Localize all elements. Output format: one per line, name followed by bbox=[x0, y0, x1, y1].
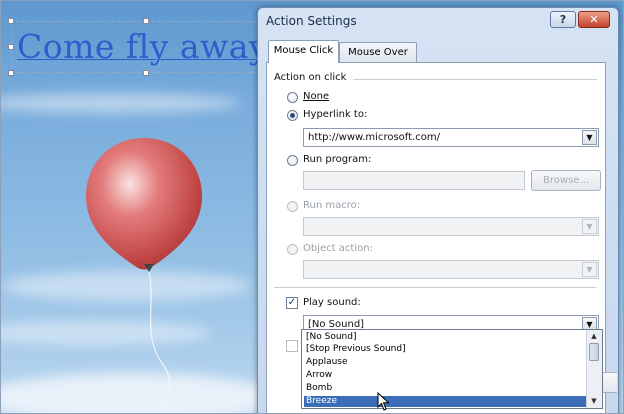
cloud bbox=[1, 93, 241, 113]
list-item[interactable]: [No Sound] bbox=[304, 332, 586, 343]
close-button[interactable]: ✕ bbox=[578, 11, 610, 28]
group-divider bbox=[353, 79, 597, 80]
radio-hyperlink-label[interactable]: Hyperlink to: bbox=[303, 109, 367, 120]
balloon-image[interactable] bbox=[86, 136, 206, 414]
sound-list[interactable]: [No Sound] [Stop Previous Sound] Applaus… bbox=[301, 329, 603, 409]
list-item[interactable]: Applause bbox=[304, 357, 586, 368]
resize-handle[interactable] bbox=[8, 44, 14, 50]
group-label: Action on click bbox=[274, 72, 347, 83]
scroll-down-icon[interactable]: ▼ bbox=[588, 395, 600, 407]
radio-none[interactable] bbox=[287, 92, 298, 103]
browse-button[interactable]: Browse... bbox=[531, 170, 601, 191]
play-sound-checkbox[interactable]: ✓ bbox=[286, 297, 298, 309]
radio-run-program[interactable] bbox=[287, 155, 298, 166]
play-sound-label[interactable]: Play sound: bbox=[303, 297, 361, 308]
dialog-titlebar[interactable]: Action Settings ? ✕ bbox=[258, 8, 618, 34]
radio-run-macro-label[interactable]: Run macro: bbox=[303, 200, 360, 211]
resize-handle[interactable] bbox=[143, 18, 149, 24]
object-action-dropdown[interactable]: ▼ bbox=[303, 260, 599, 279]
screenshot-frame: Come fly away Action Settings ? ✕ Mouse … bbox=[0, 0, 624, 414]
list-item[interactable]: Arrow bbox=[304, 370, 586, 381]
tab-mouse-click[interactable]: Mouse Click bbox=[268, 40, 339, 63]
radio-object-action[interactable] bbox=[287, 244, 298, 255]
resize-handle[interactable] bbox=[143, 70, 149, 76]
radio-hyperlink[interactable] bbox=[287, 110, 298, 121]
list-item[interactable]: Bomb bbox=[304, 383, 586, 394]
chevron-down-icon[interactable]: ▼ bbox=[582, 262, 597, 277]
tab-mouse-over[interactable]: Mouse Over bbox=[339, 42, 417, 63]
run-program-field[interactable] bbox=[303, 171, 525, 190]
hyperlink-dropdown[interactable]: http://www.microsoft.com/ ▼ bbox=[303, 128, 599, 147]
list-scrollbar[interactable]: ▲ ▼ bbox=[586, 330, 602, 408]
resize-handle[interactable] bbox=[8, 18, 14, 24]
radio-run-macro[interactable] bbox=[287, 201, 298, 212]
highlight-checkbox[interactable] bbox=[286, 340, 298, 352]
mouse-cursor-icon bbox=[377, 392, 390, 411]
resize-handle[interactable] bbox=[8, 70, 14, 76]
section-divider bbox=[274, 287, 596, 288]
help-button[interactable]: ? bbox=[550, 11, 576, 28]
slide-title[interactable]: Come fly away bbox=[17, 27, 268, 66]
list-item[interactable]: [Stop Previous Sound] bbox=[304, 344, 586, 355]
hyperlink-value: http://www.microsoft.com/ bbox=[308, 132, 440, 143]
scroll-up-icon[interactable]: ▲ bbox=[588, 330, 600, 342]
chevron-down-icon[interactable]: ▼ bbox=[582, 219, 597, 234]
list-item-selected[interactable]: Breeze bbox=[304, 396, 586, 407]
ok-button[interactable] bbox=[601, 372, 617, 393]
dialog-title: Action Settings bbox=[266, 14, 357, 28]
scroll-thumb[interactable] bbox=[589, 343, 599, 361]
run-macro-dropdown[interactable]: ▼ bbox=[303, 217, 599, 236]
radio-none-label[interactable]: None bbox=[303, 91, 329, 102]
radio-object-action-label[interactable]: Object action: bbox=[303, 243, 373, 254]
chevron-down-icon[interactable]: ▼ bbox=[582, 130, 597, 145]
radio-run-program-label[interactable]: Run program: bbox=[303, 154, 371, 165]
